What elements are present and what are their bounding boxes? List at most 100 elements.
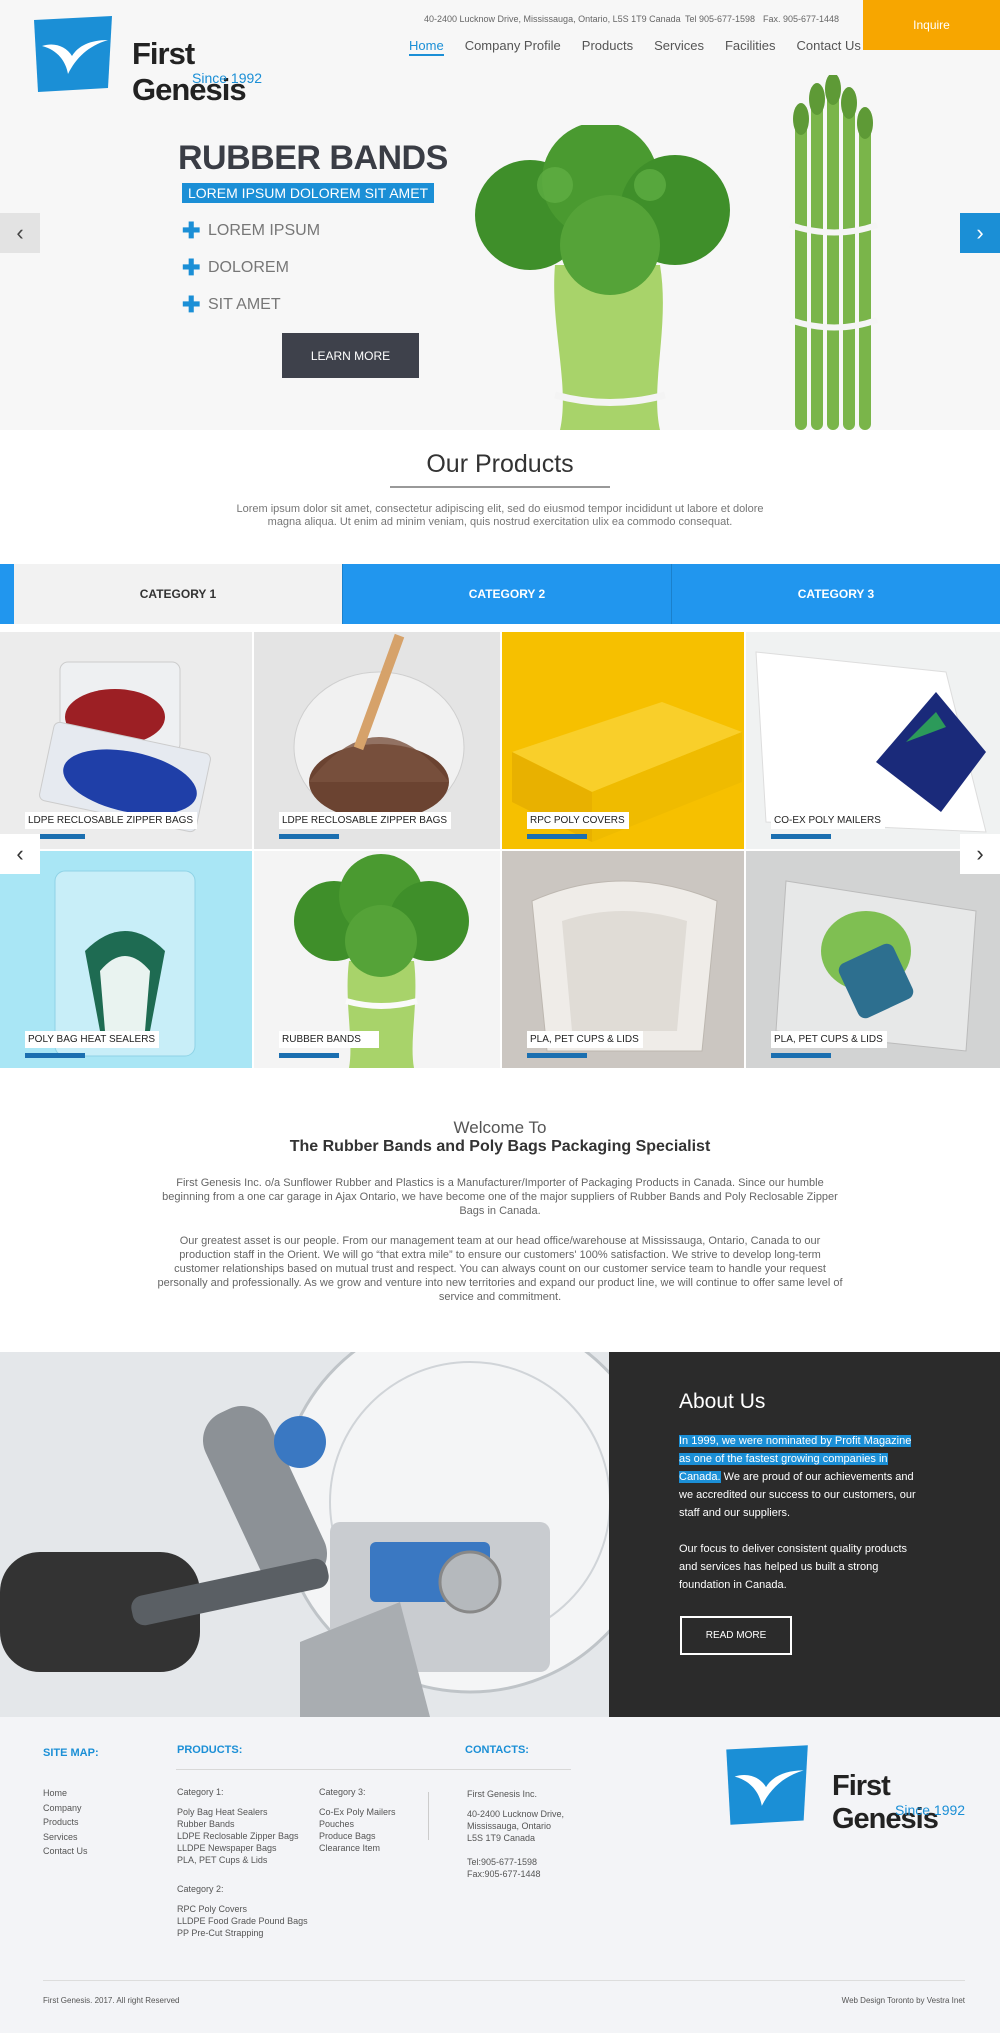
grid-next-button[interactable]: › (960, 834, 1000, 874)
tile-label: POLY BAG HEAT SEALERS (25, 1031, 160, 1048)
tile-label: RPC POLY COVERS (527, 812, 629, 829)
site-logo[interactable]: First Genesis Since 1992 (28, 16, 268, 107)
tab-category-3[interactable]: CATEGORY 3 (671, 564, 1000, 624)
about-title: About Us (679, 1390, 766, 1413)
sitemap-contact-us[interactable]: Contact Us (43, 1844, 88, 1859)
footer-product-link[interactable]: PP Pre-Cut Strapping (177, 1927, 308, 1939)
products-description: Lorem ipsum dolor sit amet, consectetur … (236, 503, 764, 528)
sitemap-company[interactable]: Company (43, 1801, 88, 1816)
nav-facilities[interactable]: Facilities (725, 38, 776, 56)
page: RUBBER BANDS LOREM IPSUM DOLOREM SIT AME… (0, 0, 1000, 2033)
design-credit-link[interactable]: Web Design Toronto by Vestra Inet (842, 1996, 965, 2005)
product-tile[interactable]: PLA, PET CUPS & LIDS (502, 851, 744, 1068)
footer-contacts: First Genesis Inc. 40-2400 Lucknow Drive… (467, 1788, 564, 1880)
header-address: 40-2400 Lucknow Drive, Mississauga, Onta… (424, 14, 681, 24)
footer-logo[interactable]: First Genesis Since 1992 (720, 1745, 970, 1835)
sitemap-services[interactable]: Services (43, 1830, 88, 1845)
tile-label: LDPE RECLOSABLE ZIPPER BAGS (279, 812, 452, 829)
hero-bullet: ✚ SIT AMET (182, 292, 281, 317)
site-header: First Genesis Since 1992 40-2400 Lucknow… (0, 0, 1000, 107)
sitemap-products[interactable]: Products (43, 1815, 88, 1830)
hero-bullet: ✚ LOREM IPSUM (182, 218, 321, 243)
welcome-title: The Rubber Bands and Poly Bags Packaging… (289, 1138, 711, 1155)
hero-bullet: ✚ DOLOREM (182, 255, 289, 280)
footer-product-link[interactable]: Poly Bag Heat Sealers (177, 1806, 299, 1818)
tile-label: RUBBER BANDS (279, 1031, 379, 1048)
hero-image-asparagus (789, 75, 879, 430)
product-tile[interactable]: LDPE RECLOSABLE ZIPPER BAGS (254, 632, 500, 849)
footer-products-title: PRODUCTS: (177, 1744, 243, 1756)
footer-product-link[interactable]: LLDPE Newspaper Bags (177, 1842, 299, 1854)
product-tile[interactable]: LDPE RECLOSABLE ZIPPER BAGS (0, 632, 252, 849)
tile-accent-bar (279, 834, 339, 839)
footer-spacer (319, 1798, 396, 1806)
nav-contact-us[interactable]: Contact Us (797, 38, 861, 56)
about-text: In 1999, we were nominated by Profit Mag… (679, 1432, 924, 1594)
tile-accent-bar (771, 1053, 831, 1058)
inquire-button[interactable]: Inquire (863, 0, 1000, 50)
tile-label: CO-EX POLY MAILERS (771, 812, 885, 829)
plus-icon: ✚ (182, 292, 201, 317)
read-more-button[interactable]: READ MORE (680, 1616, 792, 1655)
footer-product-link[interactable]: LDPE Reclosable Zipper Bags (177, 1830, 299, 1842)
footer-product-link[interactable]: Produce Bags (319, 1830, 396, 1842)
footer-category-2-title: Category 2: (177, 1884, 224, 1894)
copyright: First Genesis. 2017. All right Reserved (43, 1996, 180, 2005)
product-tile[interactable]: CO-EX POLY MAILERS (746, 632, 1000, 849)
hero-next-button[interactable]: › (960, 213, 1000, 253)
footer-category-3: Category 3: Co-Ex Poly Mailers Pouches P… (319, 1786, 396, 1854)
footer-product-link[interactable]: Co-Ex Poly Mailers (319, 1806, 396, 1818)
header-tel: Tel 905-677-1598 (685, 14, 756, 24)
footer-spacer (467, 1844, 564, 1856)
tile-accent-bar (25, 1053, 85, 1058)
grid-prev-button[interactable]: ‹ (0, 834, 40, 874)
bird-logo-icon (34, 16, 112, 92)
about-paragraph-2: Our focus to deliver consistent quality … (679, 1543, 908, 1591)
product-tile[interactable]: PLA, PET CUPS & LIDS (746, 851, 1000, 1068)
tab-category-2[interactable]: CATEGORY 2 (342, 564, 671, 624)
chevron-left-icon: ‹ (16, 220, 24, 245)
footer-category-1: Category 1: Poly Bag Heat Sealers Rubber… (177, 1786, 299, 1866)
product-tile[interactable]: RUBBER BANDS (254, 851, 500, 1068)
footer-address-line: Mississauga, Ontario (467, 1821, 552, 1831)
footer-bottom-rule (43, 1980, 965, 1981)
plus-icon: ✚ (182, 255, 201, 280)
sitemap-list: Home Company Products Services Contact U… (43, 1786, 88, 1859)
footer-spacer (177, 1798, 299, 1806)
footer-product-link[interactable]: Clearance Item (319, 1842, 396, 1854)
sitemap-home[interactable]: Home (43, 1786, 88, 1801)
product-tile[interactable]: RPC POLY COVERS (502, 632, 744, 849)
logo-since: Since 1992 (192, 70, 263, 86)
footer-divider (428, 1792, 429, 1840)
product-tile[interactable]: POLY BAG HEAT SEALERS (0, 851, 252, 1068)
tile-accent-bar (771, 834, 831, 839)
welcome-paragraph-2: Our greatest asset is our people. From o… (157, 1235, 843, 1303)
footer-product-link[interactable]: Pouches (319, 1818, 396, 1830)
learn-more-button[interactable]: LEARN MORE (282, 333, 419, 378)
footer-category-2: Category 2: RPC Poly Covers LLDPE Food G… (177, 1883, 308, 1939)
hero-tagline: LOREM IPSUM DOLOREM SIT AMET (182, 183, 435, 203)
sitemap-title: SITE MAP: (43, 1747, 99, 1759)
footer-spacer (467, 1800, 564, 1808)
about-image (0, 1352, 609, 1717)
footer-product-link[interactable]: LLDPE Food Grade Pound Bags (177, 1915, 308, 1927)
header-fax: Fax. 905-677-1448 (763, 14, 840, 24)
product-grid: LDPE RECLOSABLE ZIPPER BAGS LDPE RECLOSA… (0, 632, 1000, 1068)
nav-services[interactable]: Services (654, 38, 704, 56)
tile-label: PLA, PET CUPS & LIDS (771, 1031, 887, 1048)
hero-image-broccoli (475, 125, 730, 430)
nav-home[interactable]: Home (409, 38, 444, 56)
products-title-divider (390, 486, 610, 488)
tile-accent-bar (527, 834, 587, 839)
hero-prev-button[interactable]: ‹ (0, 213, 40, 253)
tab-category-1[interactable]: CATEGORY 1 (0, 564, 342, 624)
nav-products[interactable]: Products (582, 38, 633, 56)
machine-illustration (0, 1352, 609, 1717)
footer-product-link[interactable]: Rubber Bands (177, 1818, 299, 1830)
footer-product-link[interactable]: RPC Poly Covers (177, 1903, 308, 1915)
hero-bullets: ✚ LOREM IPSUM ✚ DOLOREM ✚ SIT AMET (182, 218, 320, 329)
footer-product-link[interactable]: PLA, PET Cups & Lids (177, 1854, 299, 1866)
nav-company-profile[interactable]: Company Profile (465, 38, 561, 56)
footer-rule (176, 1769, 571, 1770)
tile-accent-bar (279, 1053, 339, 1058)
